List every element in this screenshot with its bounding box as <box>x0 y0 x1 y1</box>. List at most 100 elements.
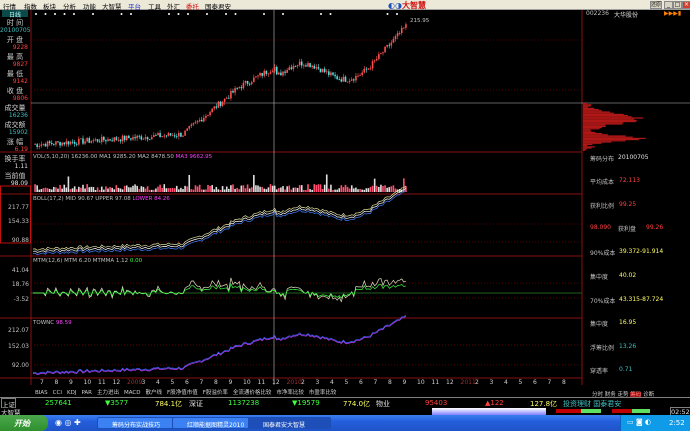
task-chart-wizard[interactable]: 红顺能据图精灵2010 <box>172 417 255 429</box>
candle-body <box>153 135 155 137</box>
indicator-tab[interactable]: 市盈率比较 <box>309 390 337 396</box>
event-marker <box>320 13 322 15</box>
cost70-label: 70%成本 <box>590 298 616 305</box>
volume-bar <box>232 184 234 192</box>
candle-body <box>236 88 238 89</box>
candle-body <box>380 53 382 55</box>
date-tick: 3 <box>315 379 320 386</box>
indicator-tab[interactable]: CCI <box>53 390 62 396</box>
chip-bar <box>583 135 626 137</box>
candle-body <box>321 68 324 73</box>
indicator-tab[interactable]: BIAS <box>35 390 48 396</box>
candle-body <box>55 141 57 145</box>
volume-bar <box>196 186 199 192</box>
candle-body <box>405 24 407 28</box>
candle-body <box>59 142 61 146</box>
chip-bar <box>583 123 623 125</box>
candle-body <box>136 135 138 139</box>
indicator-tab[interactable]: MACD <box>124 390 141 396</box>
chip-title: 筹码分布 <box>590 156 615 163</box>
indicator-tab[interactable]: F股净值市值 <box>167 390 198 396</box>
volume-bar <box>92 187 95 192</box>
candle-body <box>378 54 380 60</box>
event-marker <box>92 13 94 15</box>
candle-body <box>63 142 66 145</box>
volume-bar <box>48 188 51 192</box>
quick-launch-icons[interactable]: ◉ ◎ ✚ <box>55 418 81 427</box>
boll-axis-3: 90.88 <box>11 237 29 244</box>
maximize-button[interactable]: □ <box>673 1 682 9</box>
minimize-button[interactable]: _ <box>664 1 673 9</box>
candle-body <box>67 141 70 145</box>
volume-bar <box>330 184 332 192</box>
volume-bar <box>207 184 209 192</box>
candle-body <box>157 133 159 136</box>
volume-bar <box>375 185 378 192</box>
chip-bar <box>583 115 629 117</box>
chip-bar <box>583 130 592 132</box>
candle-body <box>296 65 299 67</box>
volume-bar <box>215 186 218 192</box>
indicator-tab[interactable]: 全流通价格比较 <box>233 390 272 396</box>
candle-body <box>261 73 263 76</box>
volume-bar <box>353 188 355 192</box>
candle-body <box>309 63 311 68</box>
candle-body <box>298 61 301 66</box>
volume-bar <box>238 189 241 192</box>
indicator-tab[interactable]: 主力进出 <box>97 390 119 396</box>
candle-body <box>303 65 305 67</box>
volume-bar <box>269 184 272 192</box>
volume-bar <box>159 184 161 192</box>
candle-body <box>230 90 232 99</box>
chart-area[interactable]: 日线 时 间 20100705 开 盘 9228 最 高 9827 最 低 91… <box>0 10 690 398</box>
boll-axis-2: 154.33 <box>8 218 29 225</box>
volume-bar <box>34 184 36 192</box>
indicator-tab[interactable]: 市净率比较 <box>276 390 304 396</box>
candle-body <box>115 137 118 140</box>
close-button[interactable]: × <box>682 1 690 9</box>
volume-bar <box>165 188 168 192</box>
townc-axis-2: 152.03 <box>8 343 29 350</box>
penetration-value: 0.71 <box>619 366 633 373</box>
candle-body <box>359 74 361 76</box>
candle-body <box>338 79 341 81</box>
event-marker <box>263 13 265 15</box>
volume-bar <box>128 187 130 192</box>
indicator-tab[interactable]: F股溢价率 <box>203 390 228 396</box>
restore-button[interactable]: 还原 <box>650 1 662 9</box>
tray-clock: 2:52 <box>669 419 685 427</box>
candle-body <box>36 144 38 147</box>
volume-bar <box>40 189 43 192</box>
indicator-tab[interactable]: KDJ <box>67 390 76 396</box>
stock-code: 002236 <box>586 10 609 17</box>
indicator-tab[interactable]: PAR <box>81 390 92 396</box>
volume-bar <box>348 188 351 192</box>
tray-icons[interactable]: ▭ ◙ ◐ <box>627 418 651 426</box>
candle-body <box>294 66 297 67</box>
candle-body <box>284 71 286 73</box>
volume-bar <box>373 178 376 192</box>
candle-body <box>332 72 334 75</box>
volume-bar <box>250 187 253 192</box>
start-button[interactable]: 开始 <box>0 415 48 431</box>
candle-body <box>80 138 82 140</box>
volume-bar <box>350 185 353 192</box>
volume-bar <box>317 184 320 192</box>
volume-bar <box>273 185 276 192</box>
period-tab-daily[interactable]: 日线 <box>2 10 28 19</box>
candle-body <box>317 67 320 69</box>
volume-bar <box>125 185 128 192</box>
candle-body <box>103 136 105 141</box>
volume-bar <box>180 187 182 192</box>
boll-header: BOLL(17,2) MID 90.67 UPPER 97.08 LOWER 8… <box>33 196 170 202</box>
volume-bar <box>209 185 211 192</box>
task-dazhihui[interactable]: 国泰君安大智慧 <box>248 417 331 429</box>
indicator-tab[interactable]: 散户线 <box>146 390 163 396</box>
mtm-header: MTM(12,6) MTM 6.20 MTMMA 1.12 0.00 <box>33 258 143 264</box>
task-chouma-tips[interactable]: 筹码分布实战技巧 <box>97 417 180 429</box>
candle-body <box>117 139 120 141</box>
candle-body <box>100 136 103 143</box>
volume-bar <box>82 184 84 192</box>
flag-icons[interactable]: ▶▶▶▮ <box>664 10 681 17</box>
candle-body <box>109 139 111 141</box>
